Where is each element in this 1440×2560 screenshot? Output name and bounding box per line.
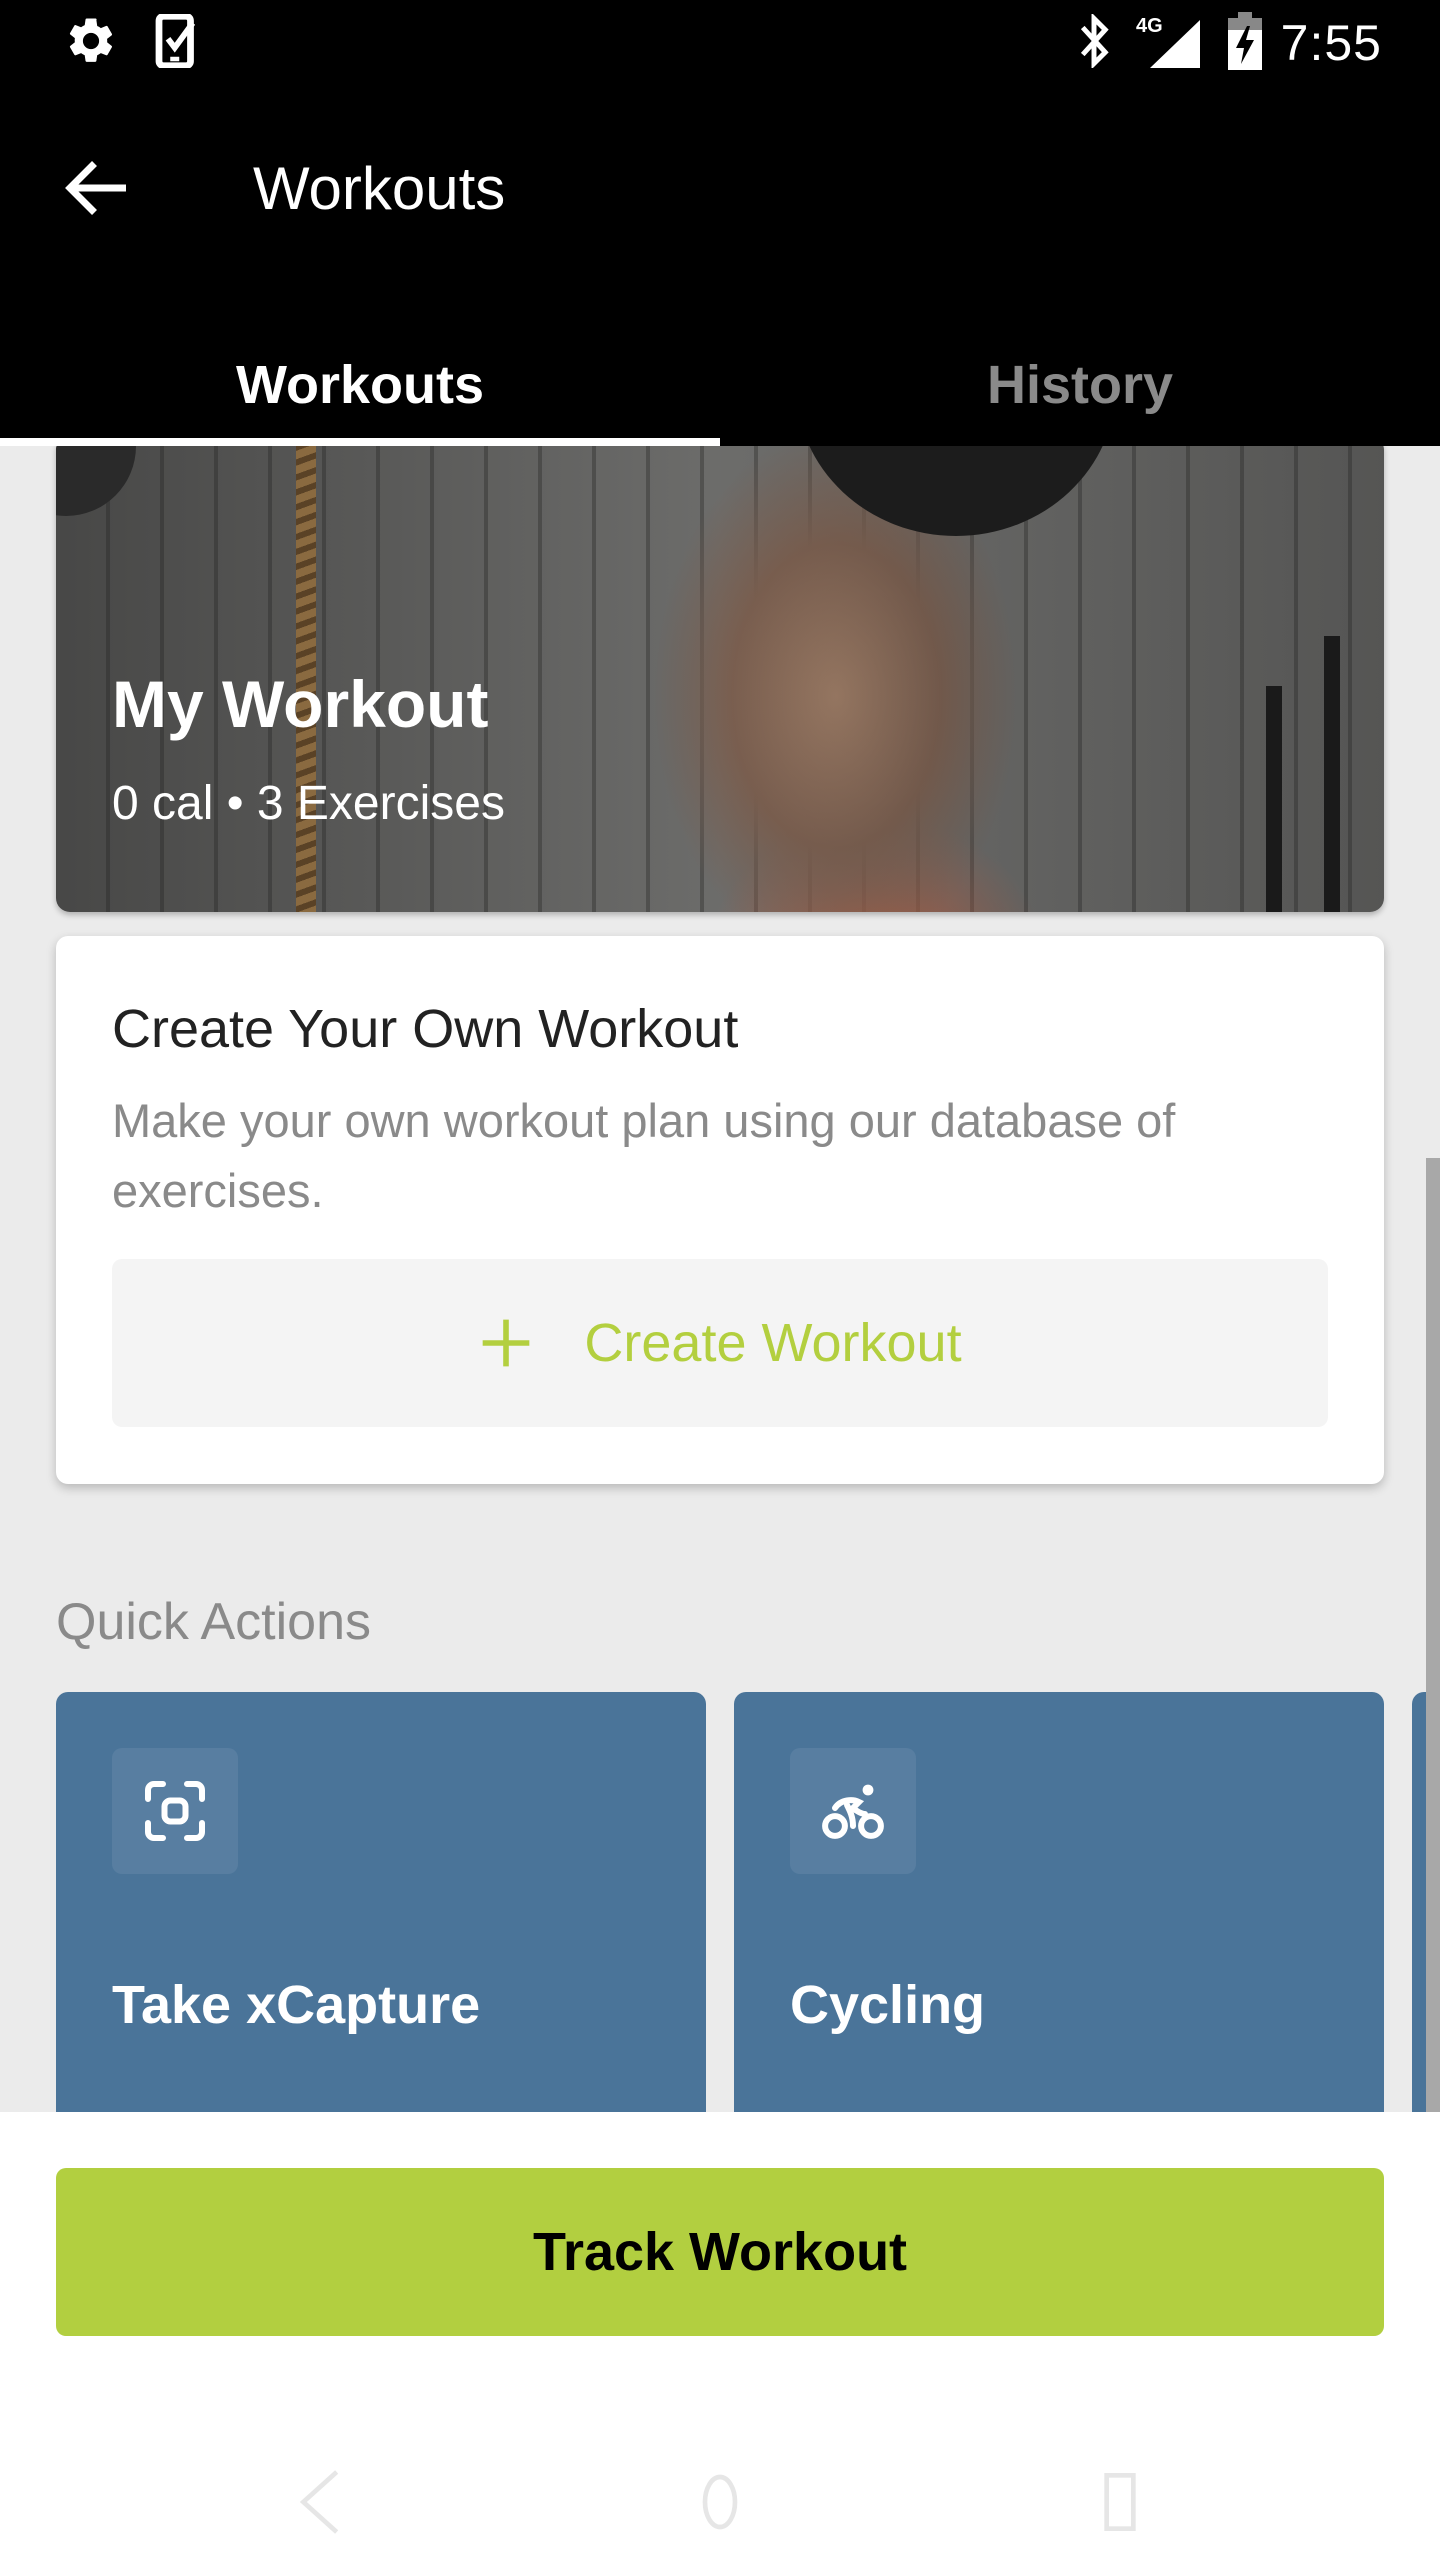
status-bar: 4G 7:55	[0, 0, 1440, 84]
settings-icon	[64, 14, 118, 73]
tab-workouts-label: Workouts	[235, 355, 484, 415]
workout-title: My Workout	[112, 667, 489, 741]
svg-text:4G: 4G	[1136, 15, 1163, 37]
cycling-icon	[822, 1784, 884, 1839]
quick-action-icon-box	[790, 1748, 916, 1874]
tab-indicator	[0, 438, 720, 446]
page-title: Workouts	[253, 155, 506, 222]
bluetooth-icon	[1072, 12, 1116, 73]
back-button[interactable]	[56, 146, 140, 230]
bottom-panel: Track Workout	[0, 2112, 1440, 2560]
content-scroll-area[interactable]: My Workout 0 cal • 3 Exercises Create Yo…	[0, 446, 1440, 2112]
nav-home-button[interactable]	[680, 2462, 760, 2542]
my-workout-card[interactable]: My Workout 0 cal • 3 Exercises	[56, 446, 1384, 912]
quick-action-take-xcapture[interactable]: Take xCapture	[56, 1692, 706, 2112]
workout-subtitle: 0 cal • 3 Exercises	[112, 777, 505, 830]
status-time: 7:55	[1280, 15, 1382, 71]
task-check-icon	[152, 12, 202, 73]
app-bar: Workouts Workouts History	[0, 84, 1440, 446]
create-workout-button[interactable]: Create Workout	[112, 1259, 1328, 1427]
track-workout-button[interactable]: Track Workout	[56, 2168, 1384, 2336]
create-workout-label: Create Workout	[584, 1313, 962, 1373]
capture-frame-icon	[145, 1781, 205, 1841]
recents-nav-icon	[1104, 2473, 1136, 2531]
create-card-description: Make your own workout plan using our dat…	[112, 1094, 1176, 1217]
create-workout-card: Create Your Own Workout Make your own wo…	[56, 936, 1384, 1484]
hero-image-plate	[56, 446, 136, 516]
system-nav-bar	[0, 2442, 1440, 2560]
quick-action-label: Cycling	[790, 1975, 986, 2035]
tab-history-label: History	[986, 355, 1174, 415]
track-workout-label: Track Workout	[532, 2222, 908, 2282]
arrow-left-icon	[65, 161, 126, 215]
hero-image-rack	[1324, 636, 1340, 912]
nav-recents-button[interactable]	[1080, 2462, 1160, 2542]
quick-action-cycling[interactable]: Cycling	[734, 1692, 1384, 2112]
tab-history[interactable]: History	[720, 324, 1440, 446]
plus-icon	[483, 1319, 530, 1367]
quick-actions-heading: Quick Actions	[56, 1593, 372, 1651]
home-nav-icon	[702, 2474, 738, 2530]
nav-back-button[interactable]	[280, 2462, 360, 2542]
quick-action-icon-box	[112, 1748, 238, 1874]
create-card-title: Create Your Own Workout	[112, 999, 739, 1059]
quick-actions-list[interactable]: Take xCapture Cycling	[56, 1692, 1440, 2112]
quick-action-label: Take xCapture	[112, 1975, 481, 2035]
battery-charging-icon	[1228, 12, 1262, 75]
tab-bar: Workouts History	[0, 324, 1440, 446]
scrollbar[interactable]	[1426, 1158, 1440, 2112]
hero-image-plate	[796, 446, 1116, 536]
hero-image-rack	[1266, 686, 1282, 912]
signal-4g-icon: 4G	[1136, 12, 1202, 75]
back-nav-icon	[299, 2470, 339, 2534]
tab-workouts[interactable]: Workouts	[0, 324, 720, 446]
